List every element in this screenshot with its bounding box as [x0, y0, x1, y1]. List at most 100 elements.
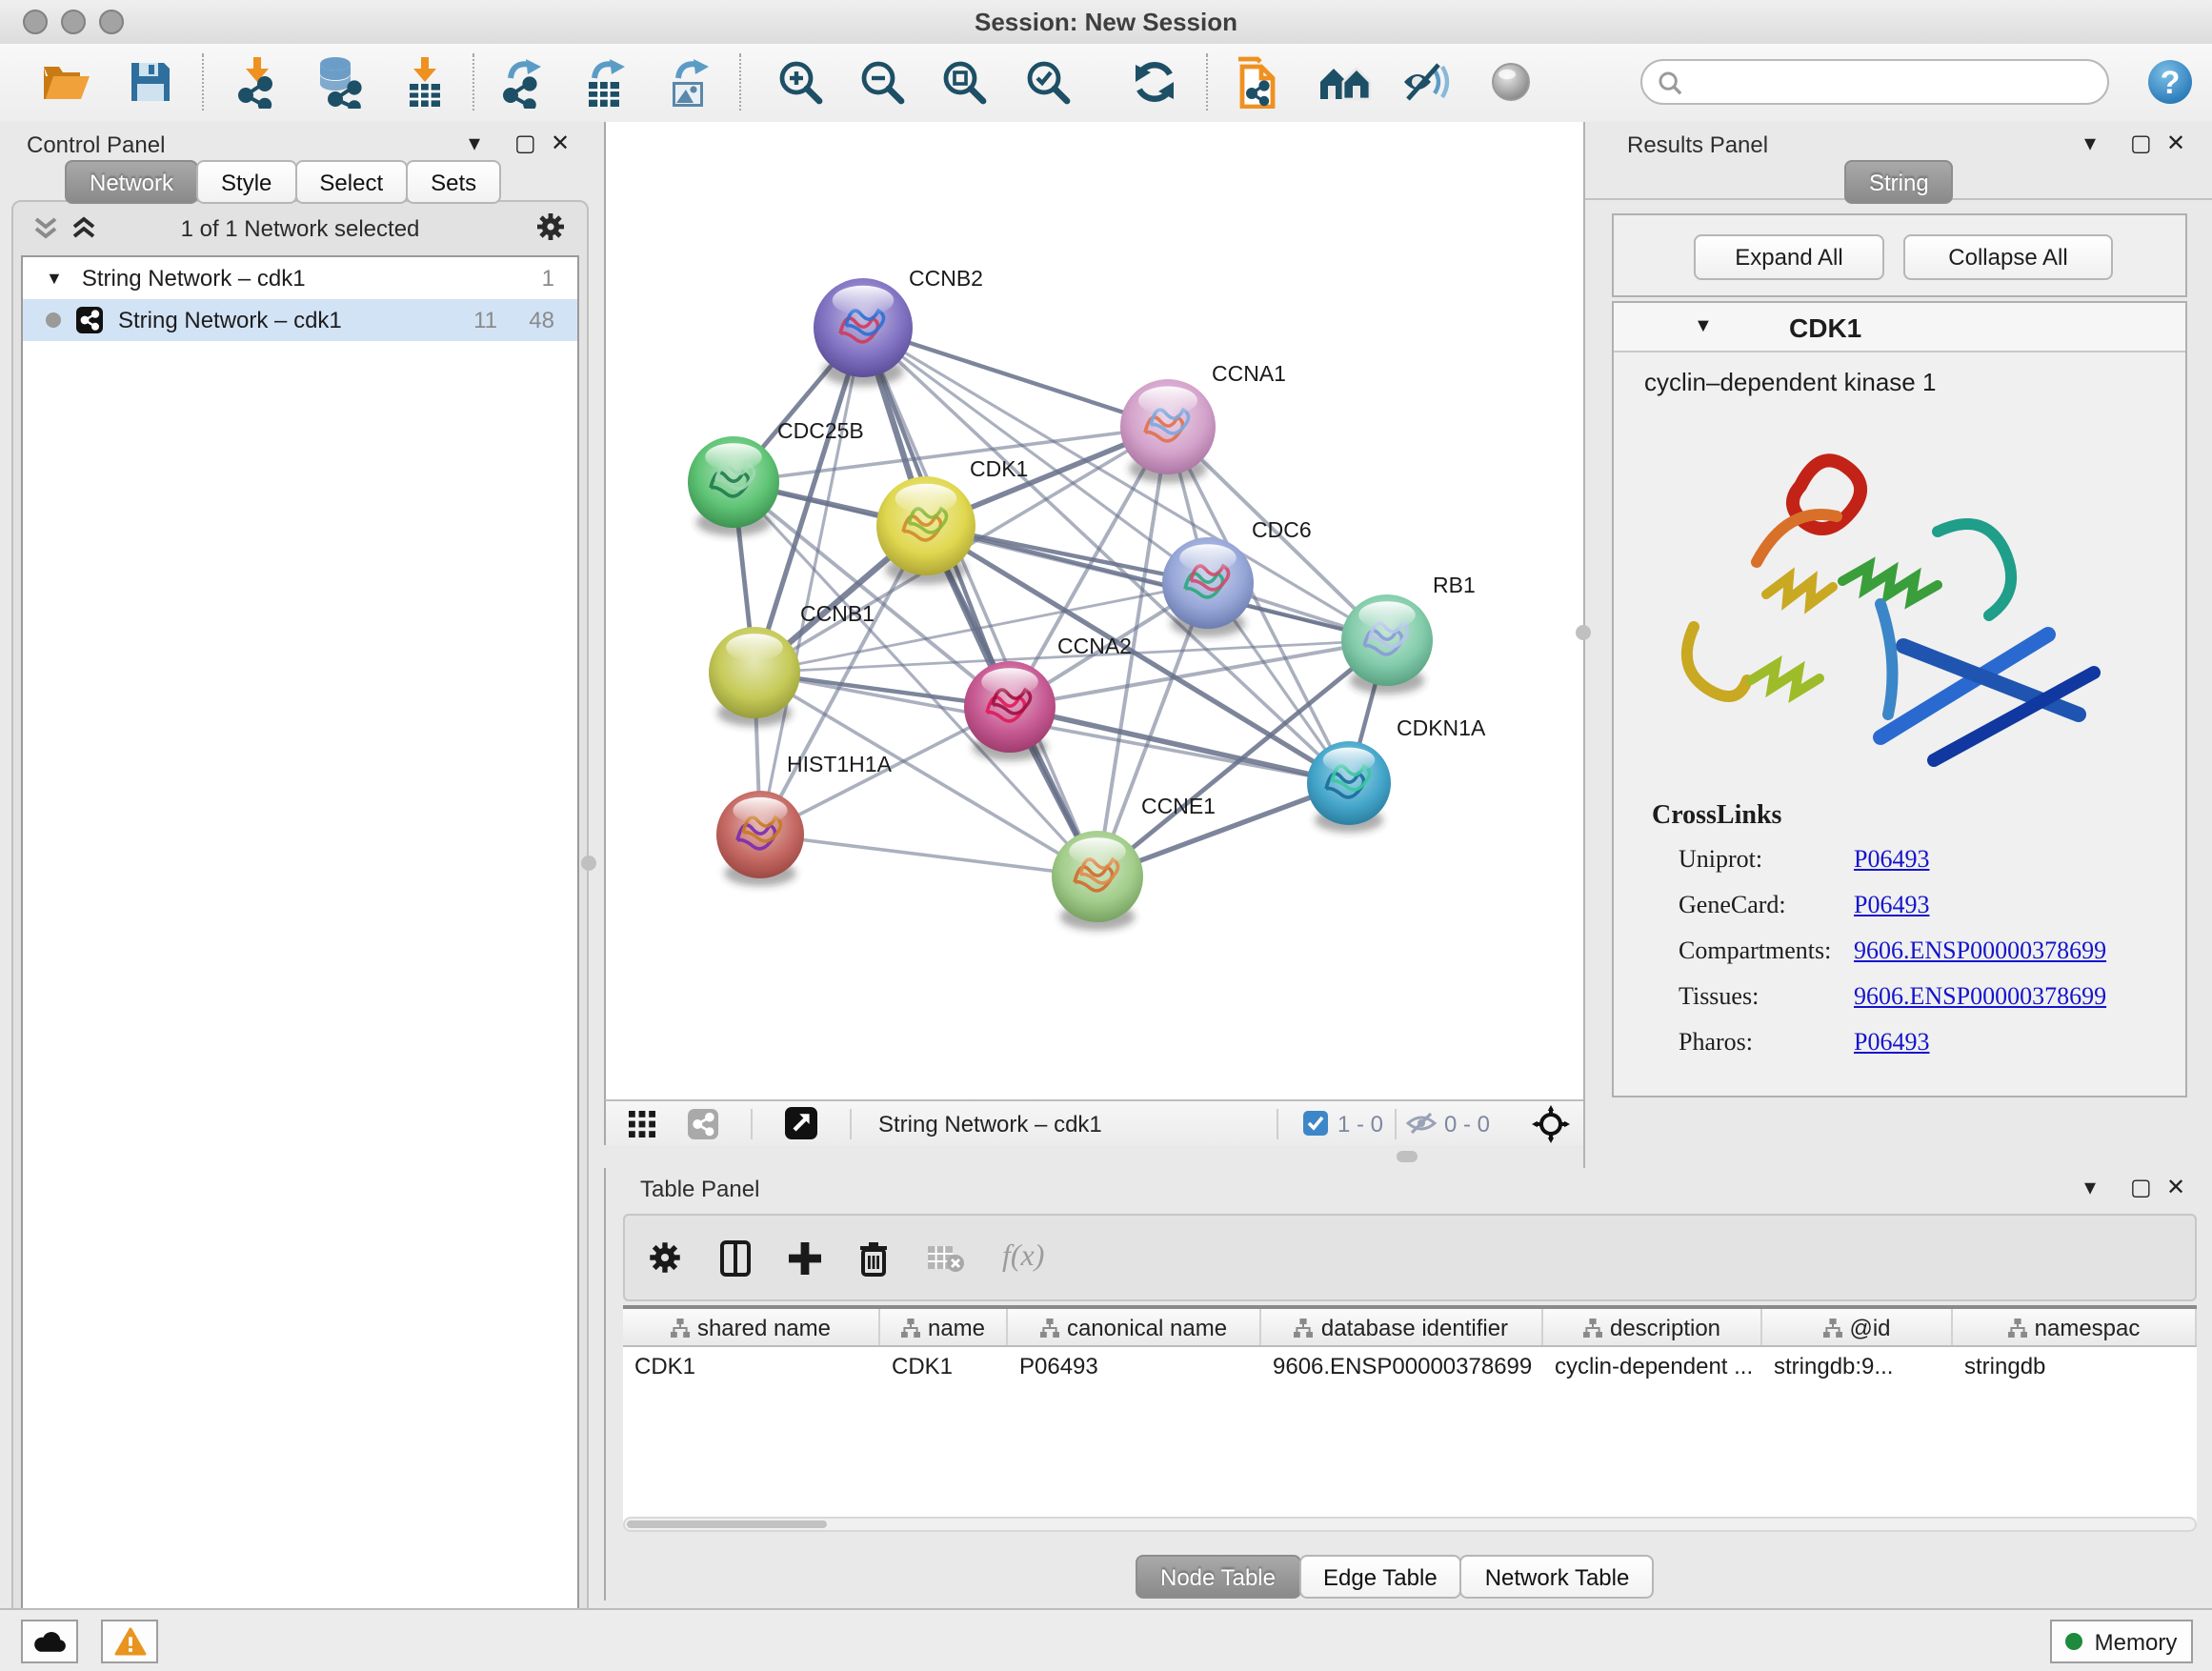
- table-cell[interactable]: stringdb: [1953, 1347, 2197, 1383]
- zoom-selected-icon[interactable]: [1014, 50, 1082, 114]
- tab-network-table[interactable]: Network Table: [1460, 1555, 1655, 1599]
- delete-column-trash-icon[interactable]: [859, 1239, 888, 1276]
- detach-view-button[interactable]: [785, 1107, 817, 1139]
- hide-graphics-details-icon[interactable]: [1393, 50, 1461, 114]
- tab-network[interactable]: Network: [65, 160, 198, 204]
- collection-expander-icon[interactable]: ▼: [46, 269, 63, 288]
- memory-button[interactable]: Memory: [2050, 1620, 2193, 1663]
- network-options-gear-icon[interactable]: [535, 211, 566, 242]
- open-session-icon[interactable]: [30, 50, 99, 114]
- grid-view-icon[interactable]: [629, 1111, 655, 1137]
- column-header-namespac[interactable]: namespac: [1953, 1309, 2197, 1345]
- results-panel-float-icon[interactable]: ▢: [2130, 131, 2152, 154]
- node-RB1[interactable]: [1341, 594, 1433, 695]
- table-cell[interactable]: CDK1: [623, 1347, 880, 1383]
- import-network-from-database-icon[interactable]: [305, 50, 373, 114]
- tab-node-table[interactable]: Node Table: [1136, 1555, 1300, 1599]
- tab-select[interactable]: Select: [294, 160, 408, 204]
- show-columns-icon[interactable]: [720, 1239, 751, 1276]
- zoom-in-icon[interactable]: [766, 50, 835, 114]
- tab-style[interactable]: Style: [196, 160, 296, 204]
- add-column-icon[interactable]: [789, 1239, 821, 1276]
- node-CCNA1[interactable]: [1120, 379, 1216, 483]
- table-panel-menu-icon[interactable]: ▾: [2084, 1176, 2096, 1198]
- control-panel-menu-icon[interactable]: ▾: [469, 131, 480, 154]
- node-CCNE1[interactable]: [1052, 831, 1143, 931]
- control-panel-float-icon[interactable]: ▢: [514, 131, 536, 154]
- control-panel-close-icon[interactable]: ✕: [551, 131, 570, 154]
- import-network-from-file-icon[interactable]: [223, 50, 292, 114]
- node-CDK1[interactable]: [876, 476, 975, 584]
- network-collection-row[interactable]: ▼ String Network – cdk1 1: [23, 257, 577, 299]
- table-cell[interactable]: 9606.ENSP00000378699: [1261, 1347, 1543, 1383]
- table-panel-float-icon[interactable]: ▢: [2130, 1176, 2152, 1198]
- export-table-icon[interactable]: [572, 50, 640, 114]
- network-share-view-icon[interactable]: [688, 1109, 718, 1139]
- column-header-description[interactable]: description: [1543, 1309, 1762, 1345]
- selected-checkbox-icon[interactable]: [1303, 1111, 1328, 1136]
- tab-edge-table[interactable]: Edge Table: [1298, 1555, 1462, 1599]
- column-header-shared-name[interactable]: shared name: [623, 1309, 880, 1345]
- tab-sets[interactable]: Sets: [406, 160, 501, 204]
- help-icon[interactable]: ?: [2136, 50, 2204, 114]
- node-HIST1H1A[interactable]: [716, 791, 804, 886]
- zoom-fit-icon[interactable]: [930, 50, 998, 114]
- expand-all-button[interactable]: Expand All: [1694, 234, 1884, 280]
- left-splitter-handle[interactable]: [581, 856, 596, 871]
- crosslink-value-link[interactable]: 9606.ENSP00000378699: [1854, 936, 2106, 966]
- table-cell[interactable]: P06493: [1008, 1347, 1261, 1383]
- function-builder-icon-disabled: f(x): [1002, 1240, 1044, 1275]
- table-panel-close-icon[interactable]: ✕: [2166, 1176, 2185, 1198]
- node-CCNA2[interactable]: [964, 661, 1056, 761]
- gene-card-header[interactable]: ▼ CDK1: [1614, 303, 2185, 352]
- table-cell[interactable]: stringdb:9...: [1762, 1347, 1953, 1383]
- network-row-selected[interactable]: String Network – cdk1 11 48: [23, 299, 577, 341]
- crosslink-value-link[interactable]: P06493: [1854, 844, 1929, 875]
- edge-CDC6-CCNB1[interactable]: [754, 583, 1208, 673]
- first-neighbors-icon[interactable]: [1225, 50, 1294, 114]
- gene-expander-icon[interactable]: ▼: [1694, 316, 1713, 337]
- table-settings-gear-icon[interactable]: [648, 1240, 682, 1275]
- table-hscrollbar-thumb[interactable]: [627, 1520, 827, 1528]
- node-CDC25B[interactable]: [688, 436, 779, 536]
- export-network-icon[interactable]: [488, 50, 556, 114]
- birds-eye-crosshair-icon[interactable]: [1532, 1105, 1570, 1143]
- edge-CCNA2-CDKN1A[interactable]: [1010, 707, 1349, 783]
- node-CDKN1A[interactable]: [1307, 741, 1391, 833]
- edge-HIST1H1A-CCNE1[interactable]: [760, 835, 1097, 876]
- crosslink-row: Uniprot:P06493: [1679, 844, 2155, 875]
- table-cell[interactable]: cyclin-dependent ...: [1543, 1347, 1762, 1383]
- crosslink-value-link[interactable]: P06493: [1854, 1027, 1929, 1057]
- tab-string[interactable]: String: [1844, 160, 1954, 204]
- zoom-out-icon[interactable]: [848, 50, 916, 114]
- right-splitter-handle[interactable]: [1576, 625, 1591, 640]
- crosslink-value-link[interactable]: P06493: [1854, 890, 1929, 920]
- show-graphics-details-icon[interactable]: [1477, 50, 1545, 114]
- crosslink-label: GeneCard:: [1679, 890, 1854, 920]
- import-table-from-file-icon[interactable]: [391, 50, 459, 114]
- column-header-name[interactable]: name: [880, 1309, 1008, 1345]
- column-header-@id[interactable]: @id: [1762, 1309, 1953, 1345]
- crosslink-value-link[interactable]: 9606.ENSP00000378699: [1854, 981, 2106, 1012]
- node-CCNB1[interactable]: [709, 627, 800, 727]
- node-CCNB2[interactable]: [814, 278, 913, 386]
- save-session-icon[interactable]: [116, 50, 185, 114]
- node-CDC6[interactable]: [1162, 537, 1254, 637]
- table-cell[interactable]: CDK1: [880, 1347, 1008, 1383]
- cloud-button[interactable]: [21, 1620, 78, 1663]
- results-panel-menu-icon[interactable]: ▾: [2084, 131, 2096, 154]
- collapse-all-button[interactable]: Collapse All: [1903, 234, 2113, 280]
- column-header-canonical-name[interactable]: canonical name: [1008, 1309, 1261, 1345]
- hidden-eye-icon[interactable]: [1406, 1111, 1437, 1136]
- edge-CCNB2-CCNE1[interactable]: [863, 328, 1097, 876]
- column-header-database-identifier[interactable]: database identifier: [1261, 1309, 1543, 1345]
- network-canvas[interactable]: CCNB2CCNA1CDC25BCDK1CDC6RB1CCNB1CCNA2CDK…: [604, 122, 1583, 1099]
- nested-network-icon[interactable]: [1311, 50, 1379, 114]
- results-panel-close-icon[interactable]: ✕: [2166, 131, 2185, 154]
- warning-button[interactable]: [101, 1620, 158, 1663]
- export-image-icon[interactable]: [655, 50, 724, 114]
- search-input[interactable]: [1692, 67, 2092, 97]
- horizontal-splitter-handle[interactable]: [1397, 1151, 1418, 1162]
- apply-layout-icon[interactable]: [1120, 50, 1189, 114]
- column-tree-icon: [2008, 1318, 2027, 1337]
